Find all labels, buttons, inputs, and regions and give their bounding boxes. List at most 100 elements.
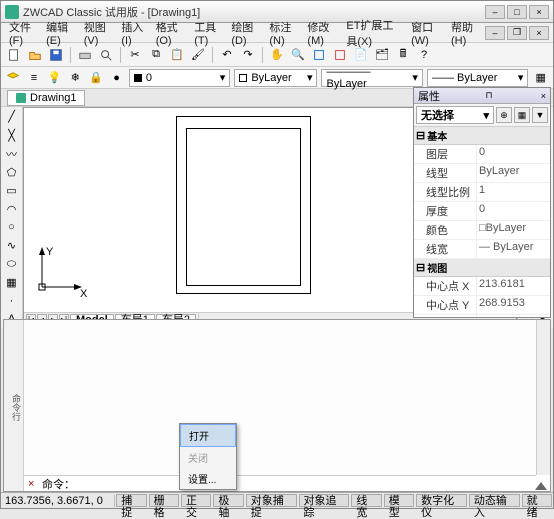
panel-close-icon[interactable]: ×: [541, 91, 546, 101]
status-2[interactable]: 正交: [181, 494, 211, 507]
doc-restore-button[interactable]: ❐: [507, 26, 527, 40]
layer-b1[interactable]: 💡: [46, 69, 63, 87]
doc-close-button[interactable]: ×: [529, 26, 549, 40]
menu-insert[interactable]: 插入(I): [117, 17, 149, 49]
calc-button[interactable]: 🖩: [394, 46, 412, 64]
prop-value[interactable]: □ByLayer: [476, 221, 550, 239]
maximize-button[interactable]: □: [507, 5, 527, 19]
preview-button[interactable]: [97, 46, 115, 64]
polyline-tool[interactable]: 〰: [3, 146, 21, 162]
menu-file[interactable]: 文件(F): [5, 17, 40, 49]
status-3[interactable]: 极轴: [213, 494, 243, 507]
status-1[interactable]: 栅格: [149, 494, 179, 507]
doc-tab[interactable]: Drawing1: [7, 90, 85, 106]
ellipse-tool[interactable]: ⬭: [3, 257, 21, 272]
cmd-close-icon[interactable]: ×: [28, 478, 40, 490]
layer-b3[interactable]: 🔒: [88, 69, 105, 87]
hatch-tool[interactable]: ▦: [3, 275, 21, 290]
layer-combo[interactable]: 0▾: [129, 69, 230, 87]
prop-value[interactable]: 213.6181: [476, 277, 550, 295]
help-icon-button[interactable]: ?: [415, 46, 433, 64]
doc-minimize-button[interactable]: –: [485, 26, 505, 40]
prop-row[interactable]: 颜色□ByLayer: [414, 221, 550, 240]
pin-icon[interactable]: ⊓: [485, 90, 492, 101]
cut-button[interactable]: ✂: [126, 46, 144, 64]
prop-group[interactable]: ⊟ 基本: [414, 127, 550, 145]
ctx-settings[interactable]: 设置...: [180, 468, 236, 489]
coordinates[interactable]: 163.7356, 3.6671, 0: [1, 495, 115, 507]
menu-dim[interactable]: 标注(N): [265, 17, 301, 49]
layer-states-button[interactable]: ≡: [26, 69, 43, 87]
new-button[interactable]: [5, 46, 23, 64]
properties-button[interactable]: 📄: [352, 46, 370, 64]
filter-button[interactable]: ▼: [532, 107, 548, 123]
menu-modify[interactable]: 修改(M): [303, 17, 340, 49]
arc-tool[interactable]: ◠: [3, 201, 21, 216]
plot-style-button[interactable]: ▦: [532, 69, 549, 87]
menu-format[interactable]: 格式(O): [152, 17, 189, 49]
tool-a[interactable]: [310, 46, 328, 64]
properties-header[interactable]: 属性⊓ ×: [414, 88, 550, 104]
prop-value[interactable]: 0: [476, 315, 550, 317]
menu-window[interactable]: 窗口(W): [407, 17, 445, 49]
status-10[interactable]: 就绪: [522, 494, 552, 507]
rectangle-tool[interactable]: ▭: [3, 183, 21, 198]
pan-button[interactable]: ✋: [268, 46, 286, 64]
prop-row[interactable]: 中心点 X213.6181: [414, 277, 550, 296]
properties-grid[interactable]: ⊟ 基本图层0线型ByLayer线型比例1厚度0颜色□ByLayer线宽— By…: [414, 127, 550, 317]
prop-row[interactable]: 图层0: [414, 145, 550, 164]
color-combo[interactable]: ByLayer▾: [234, 69, 317, 87]
prop-group[interactable]: ⊟ 视图: [414, 259, 550, 277]
save-button[interactable]: [47, 46, 65, 64]
pick-button[interactable]: ▦: [514, 107, 530, 123]
layer-b2[interactable]: ❄: [67, 69, 84, 87]
prop-row[interactable]: 中心点 Y268.9153: [414, 296, 550, 315]
open-button[interactable]: [26, 46, 44, 64]
menu-edit[interactable]: 编辑(E): [42, 17, 78, 49]
prop-row[interactable]: 线宽— ByLayer: [414, 240, 550, 259]
menu-view[interactable]: 视图(V): [80, 17, 116, 49]
prop-value[interactable]: 268.9153: [476, 296, 550, 314]
prop-row[interactable]: 线型比例1: [414, 183, 550, 202]
prop-value[interactable]: — ByLayer: [476, 240, 550, 258]
paste-button[interactable]: 📋: [168, 46, 186, 64]
cmd-scrollbar[interactable]: [536, 320, 550, 475]
command-line[interactable]: × 命令：: [24, 475, 536, 491]
status-8[interactable]: 数字化仪: [416, 494, 467, 507]
circle-tool[interactable]: ○: [3, 220, 21, 235]
status-9[interactable]: 动态输入: [469, 494, 520, 507]
status-5[interactable]: 对象追踪: [299, 494, 350, 507]
status-6[interactable]: 线宽: [351, 494, 381, 507]
lineweight-combo[interactable]: —— ByLayer▾: [427, 69, 528, 87]
menu-tools[interactable]: 工具(T): [190, 17, 225, 49]
minimize-button[interactable]: –: [485, 5, 505, 19]
status-0[interactable]: 捕捉: [116, 494, 146, 507]
xline-tool[interactable]: ╳: [3, 127, 21, 142]
prop-value[interactable]: ByLayer: [476, 164, 550, 182]
line-tool[interactable]: ╱: [3, 109, 21, 124]
layer-b4[interactable]: ●: [108, 69, 125, 87]
prop-row[interactable]: 厚度0: [414, 202, 550, 221]
menu-help[interactable]: 帮助(H): [447, 17, 483, 49]
ctx-open[interactable]: 打开: [180, 424, 236, 447]
design-center-button[interactable]: 🗂: [373, 46, 391, 64]
close-button[interactable]: ×: [529, 5, 549, 19]
spline-tool[interactable]: ∿: [3, 238, 21, 253]
zoom-button[interactable]: 🔍: [289, 46, 307, 64]
prop-row[interactable]: 中心点 Z0: [414, 315, 550, 317]
tool-b[interactable]: [331, 46, 349, 64]
status-4[interactable]: 对象捕捉: [246, 494, 297, 507]
resize-grip-icon[interactable]: [535, 482, 547, 490]
quick-select-button[interactable]: ⊕: [496, 107, 512, 123]
polygon-tool[interactable]: ⬠: [3, 165, 21, 180]
redo-button[interactable]: ↷: [239, 46, 257, 64]
menu-draw[interactable]: 绘图(D): [227, 17, 263, 49]
copy-button[interactable]: ⧉: [147, 46, 165, 64]
prop-row[interactable]: 线型ByLayer: [414, 164, 550, 183]
selection-combo[interactable]: 无选择▾: [416, 106, 494, 124]
linetype-combo[interactable]: ———— ByLayer▾: [321, 69, 422, 87]
undo-button[interactable]: ↶: [218, 46, 236, 64]
point-tool[interactable]: ·: [3, 293, 21, 308]
plot-button[interactable]: [76, 46, 94, 64]
status-7[interactable]: 模型: [384, 494, 414, 507]
